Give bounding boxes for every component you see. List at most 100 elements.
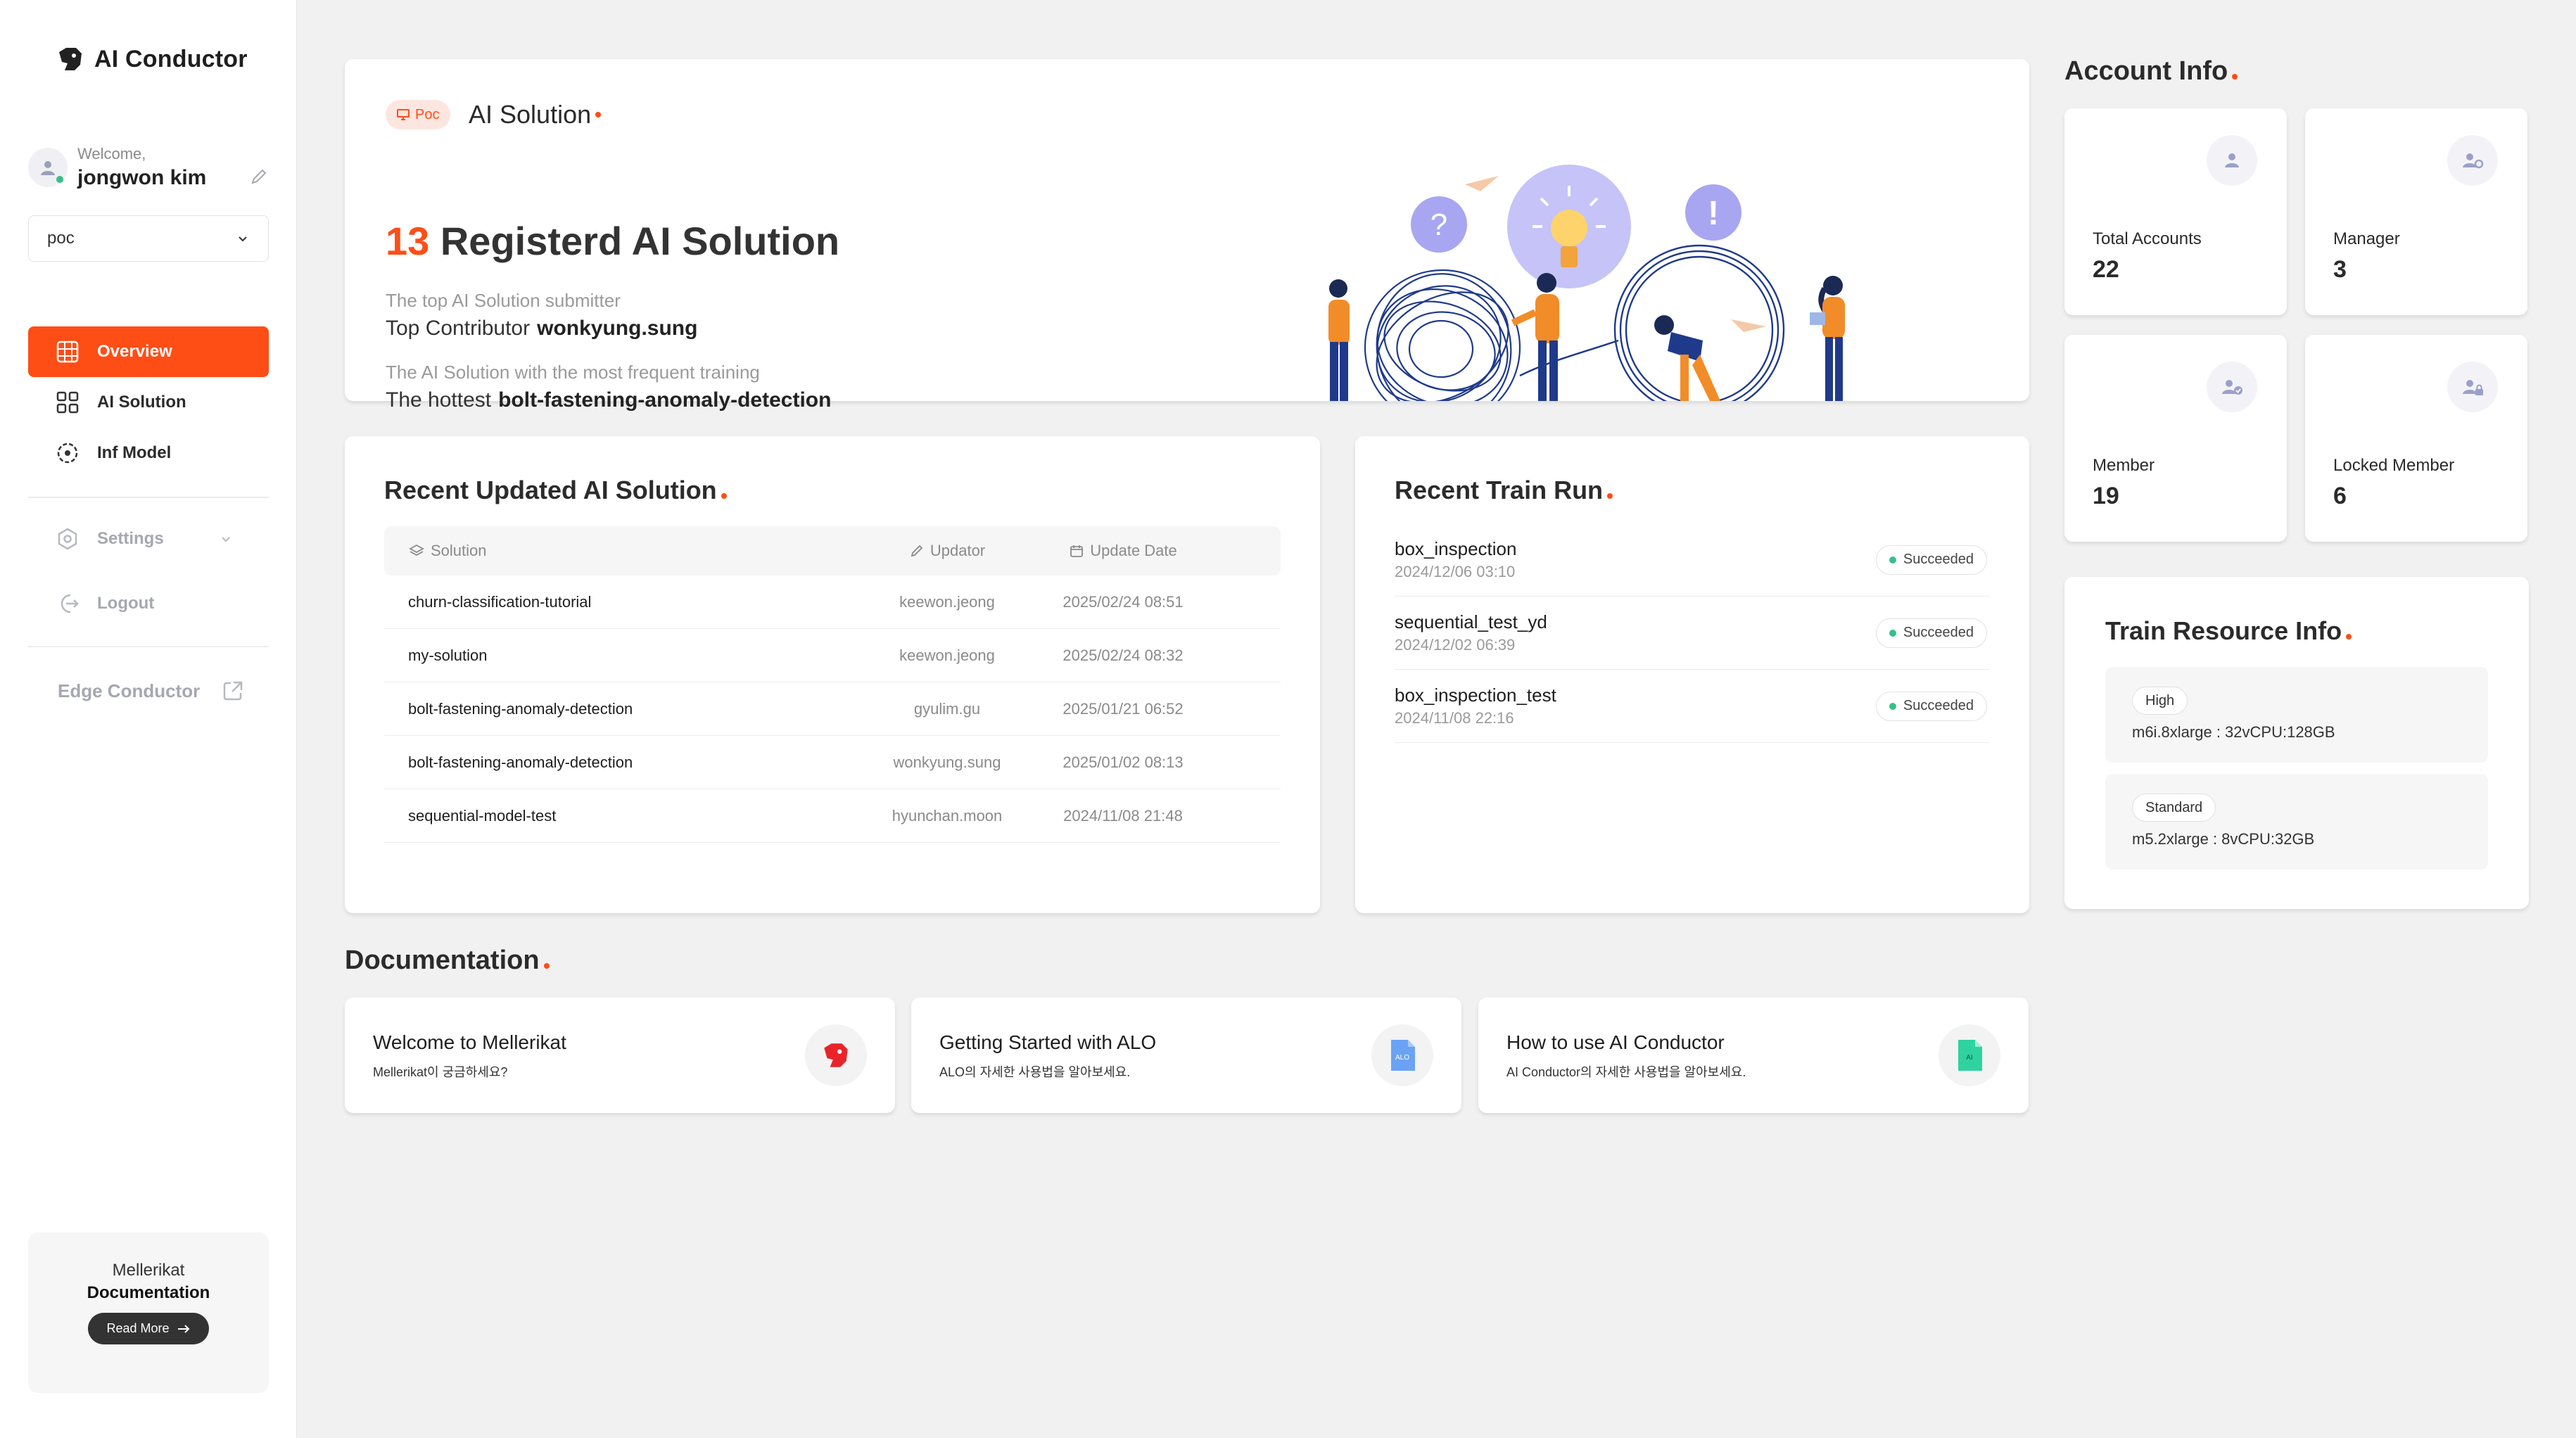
train-resource-card: Train Resource Info High m6i.8xlarge : 3…	[2064, 577, 2529, 909]
avatar[interactable]	[28, 148, 68, 187]
registered-count: 13	[386, 219, 430, 263]
table-header: Solution Updator Update Date	[384, 526, 1281, 575]
manager-value: 3	[2333, 256, 2347, 283]
train-resource-title: Train Resource Info	[2105, 616, 2352, 646]
user-icon	[41, 161, 55, 175]
solution-name: my-solution	[408, 646, 488, 664]
resource-item: High m6i.8xlarge : 32vCPU:128GB	[2105, 667, 2488, 763]
table-row[interactable]: my-solution keewon.jeong 2025/02/24 08:3…	[384, 629, 1281, 682]
registered-count-heading: 13 Registerd AI Solution	[386, 218, 839, 264]
table-row[interactable]: bolt-fastening-anomaly-detection wonkyun…	[384, 736, 1281, 789]
run-date: 2024/12/02 06:39	[1395, 636, 1516, 654]
promo-line2: Documentation	[87, 1283, 210, 1302]
workspace-badge: Poc	[386, 100, 451, 129]
hero-section-label: AI Solution	[469, 100, 602, 129]
table-row[interactable]: sequential-model-test hyunchan.moon 2024…	[384, 789, 1281, 843]
edge-conductor-label: Edge Conductor	[58, 680, 201, 701]
resource-spec: m6i.8xlarge : 32vCPU:128GB	[2132, 723, 2335, 741]
locked-member-card: Locked Member 6	[2305, 335, 2527, 542]
account-info-title-text: Account Info	[2064, 56, 2228, 86]
run-name: box_inspection_test	[1395, 685, 1556, 706]
title-dot	[1607, 493, 1613, 499]
table-row[interactable]: churn-classification-tutorial keewon.jeo…	[384, 575, 1281, 629]
ai-conductor-doc-icon: AI	[1939, 1024, 2000, 1086]
top-contributor-label: Top Contributor	[386, 317, 531, 340]
read-more-button[interactable]: Read More	[88, 1313, 209, 1344]
ai-solution-summary-card: Poc AI Solution 13 Registerd AI Solution…	[345, 59, 2029, 412]
doc-card-title: Getting Started with ALO	[939, 1031, 1157, 1053]
read-more-label: Read More	[106, 1321, 170, 1335]
top-contributor: Top Contributor wonkyung.sung	[386, 317, 697, 341]
svg-text:ALO: ALO	[1395, 1054, 1409, 1062]
status-badge: Succeeded	[1875, 545, 1987, 575]
workspace-select[interactable]: poc	[28, 215, 269, 262]
updator: gyulim.gu	[913, 699, 981, 718]
column-updator[interactable]: Updator	[877, 542, 1017, 560]
main-nav: Overview AI Solution Inf Model	[28, 326, 269, 478]
updator: hyunchan.moon	[892, 806, 1003, 825]
doc-card-title: Welcome to Mellerikat	[373, 1031, 566, 1053]
recent-train-run-title-text: Recent Train Run	[1395, 476, 1604, 504]
nav-item-logout[interactable]: Logout	[28, 578, 269, 629]
top-submitter-caption: The top AI Solution submitter	[386, 290, 621, 311]
recent-solutions-table: Solution Updator Update Date churn-class…	[384, 526, 1281, 843]
manager-label: Manager	[2333, 229, 2400, 248]
resource-spec: m5.2xlarge : 8vCPU:32GB	[2132, 830, 2315, 848]
user-icon	[2225, 153, 2239, 167]
mellerikat-logo-icon	[805, 1024, 867, 1086]
online-status-dot	[56, 176, 63, 183]
doc-card-mellerikat[interactable]: Welcome to Mellerikat Mellerikat이 궁금하세요?	[345, 998, 895, 1113]
doc-card-subtitle: AI Conductor의 자세한 사용법을 알아보세요.	[1506, 1065, 1746, 1079]
nav-label-inf-model: Inf Model	[97, 443, 172, 462]
column-solution[interactable]: Solution	[384, 542, 877, 560]
column-update-date[interactable]: Update Date	[1017, 542, 1229, 560]
recent-train-run-title: Recent Train Run	[1395, 476, 1613, 505]
nav-item-inf-model[interactable]: Inf Model	[28, 428, 269, 478]
column-updator-label: Updator	[929, 542, 986, 559]
chevron-down-icon	[221, 537, 230, 542]
svg-text:!: !	[1708, 195, 1719, 232]
recent-solutions-card: Recent Updated AI Solution Solution Upda…	[345, 436, 1320, 913]
svg-text:AI: AI	[1966, 1054, 1972, 1062]
nav-item-overview[interactable]: Overview	[28, 326, 269, 377]
people-untangling-illustration: ? !	[1328, 165, 1845, 401]
table-row[interactable]: bolt-fastening-anomaly-detection gyulim.…	[384, 682, 1281, 736]
calendar-icon	[1070, 545, 1084, 557]
hottest-label: The hottest	[386, 388, 492, 412]
edit-pencil-icon[interactable]	[249, 167, 269, 186]
list-item[interactable]: box_inspection_test 2024/11/08 22:16 Suc…	[1395, 670, 1990, 743]
user-gear-icon-badge	[2447, 135, 2498, 186]
success-dot-icon	[1889, 556, 1896, 564]
recent-solutions-title-text: Recent Updated AI Solution	[384, 476, 717, 504]
app-logo[interactable]: AI Conductor	[55, 44, 248, 75]
solution-name: churn-classification-tutorial	[408, 592, 592, 611]
edge-conductor-link[interactable]: Edge Conductor	[28, 666, 269, 716]
updator: keewon.jeong	[899, 592, 995, 611]
nav-label-logout: Logout	[97, 594, 155, 613]
title-dot	[721, 493, 727, 499]
train-resource-title-text: Train Resource Info	[2105, 616, 2342, 645]
nav-item-ai-solution[interactable]: AI Solution	[28, 377, 269, 428]
manager-card: Manager 3	[2305, 108, 2527, 315]
success-dot-icon	[1889, 629, 1896, 637]
doc-card-ai-conductor[interactable]: How to use AI Conductor AI Conductor의 자세…	[1478, 998, 2029, 1113]
list-item[interactable]: sequential_test_yd 2024/12/02 06:39 Succ…	[1395, 597, 1990, 670]
member-value: 19	[2093, 483, 2119, 509]
model-icon	[57, 443, 78, 464]
title-dot	[2346, 634, 2352, 640]
total-accounts-label: Total Accounts	[2093, 229, 2202, 248]
hottest-caption: The AI Solution with the most frequent t…	[386, 362, 760, 383]
alo-doc-icon: ALO	[1371, 1024, 1433, 1086]
train-run-list: box_inspection 2024/12/06 03:10 Succeede…	[1395, 523, 1990, 743]
documentation-promo: Mellerikat Documentation Read More	[28, 1233, 269, 1393]
nav-item-settings[interactable]: Settings	[28, 514, 269, 564]
doc-card-alo[interactable]: Getting Started with ALO ALO의 자세한 사용법을 알…	[911, 998, 1461, 1113]
run-name: sequential_test_yd	[1395, 611, 1547, 632]
hottest-solution: The hottest bolt-fastening-anomaly-detect…	[386, 388, 831, 412]
user-check-icon-badge	[2207, 362, 2257, 412]
locked-member-label: Locked Member	[2333, 456, 2455, 475]
locked-member-value: 6	[2333, 483, 2347, 509]
external-link-icon	[223, 681, 243, 701]
list-item[interactable]: box_inspection 2024/12/06 03:10 Succeede…	[1395, 523, 1990, 597]
status-label: Succeeded	[1903, 552, 1974, 567]
